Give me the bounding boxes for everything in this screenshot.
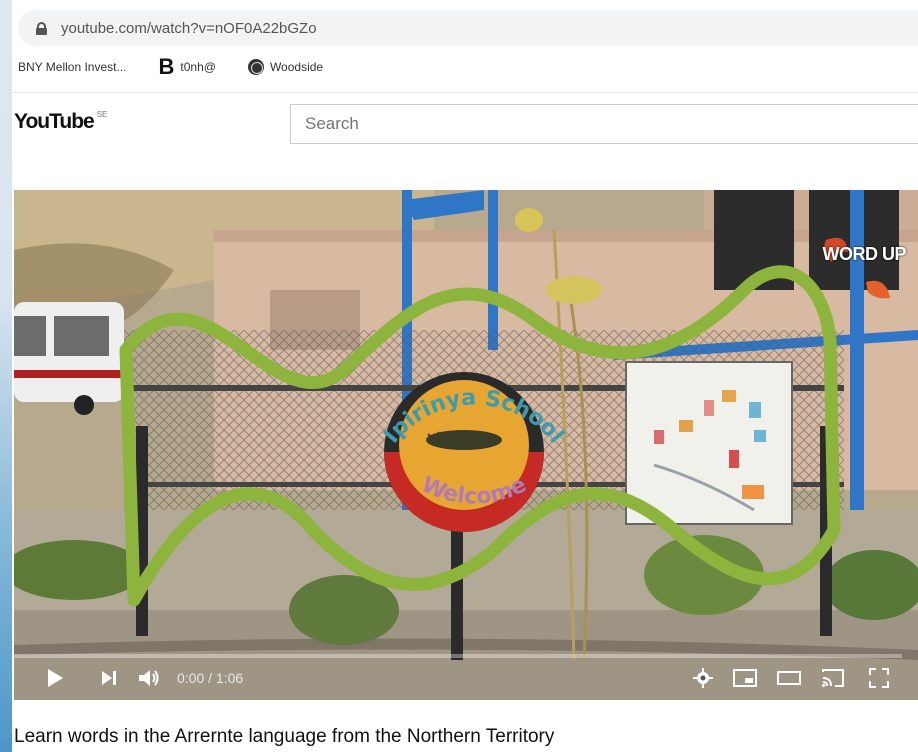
next-button[interactable] <box>94 662 124 694</box>
region-code: SE <box>96 110 108 119</box>
bookmark-label: t0nh@ <box>180 60 216 74</box>
settings-button[interactable] <box>690 662 716 694</box>
globe-icon <box>247 59 264 75</box>
watermark-logo-icon <box>824 237 890 299</box>
play-button[interactable] <box>40 662 70 694</box>
logo-text: YouTube <box>14 110 95 133</box>
video-player[interactable]: Ipirinya School Welcome WORD UP <box>14 190 918 700</box>
miniplayer-icon <box>733 669 757 687</box>
search-input[interactable] <box>290 104 918 144</box>
bookmarks-bar: BNY Mellon Invest... B t0nh@ Woodside <box>18 52 323 82</box>
b-icon: B <box>158 54 175 79</box>
theater-mode-icon <box>777 671 801 685</box>
player-controls: 0:00 / 1:06 <box>14 662 918 698</box>
bookmark-label: Woodside <box>269 60 324 74</box>
fullscreen-icon <box>869 668 889 688</box>
theater-button[interactable] <box>774 662 804 694</box>
header-divider <box>12 92 918 93</box>
cast-button[interactable] <box>818 662 848 694</box>
address-bar[interactable]: youtube.com/watch?v=nOF0A22bGZo <box>18 10 918 46</box>
fullscreen-button[interactable] <box>864 662 894 694</box>
desktop-edge-strip <box>0 0 12 752</box>
time-display: 0:00 / 1:06 <box>177 670 244 686</box>
lock-icon <box>36 21 47 35</box>
cast-icon <box>822 669 844 687</box>
video-title: Learn words in the Arrernte language fro… <box>14 726 555 747</box>
volume-button[interactable] <box>132 662 166 694</box>
bookmark-woodside[interactable]: Woodside <box>247 59 324 75</box>
video-frame: Ipirinya School Welcome <box>14 190 918 700</box>
bookmark-t0nh[interactable]: B t0nh@ <box>159 56 216 78</box>
bookmark-label: BNY Mellon Invest... <box>18 60 127 74</box>
miniplayer-button[interactable] <box>730 662 760 694</box>
progress-bar[interactable] <box>14 654 902 658</box>
url-text[interactable]: youtube.com/watch?v=nOF0A22bGZo <box>61 20 317 37</box>
channel-watermark[interactable]: WORD UP <box>806 232 906 302</box>
bookmark-bny-mellon[interactable]: BNY Mellon Invest... <box>18 60 127 74</box>
volume-icon <box>139 670 159 686</box>
watermark-text: WORD UP <box>822 244 907 264</box>
youtube-logo[interactable]: YouTube SE <box>14 110 107 134</box>
gear-icon <box>693 668 713 688</box>
skip-next-icon <box>102 671 116 685</box>
play-icon <box>48 669 63 687</box>
